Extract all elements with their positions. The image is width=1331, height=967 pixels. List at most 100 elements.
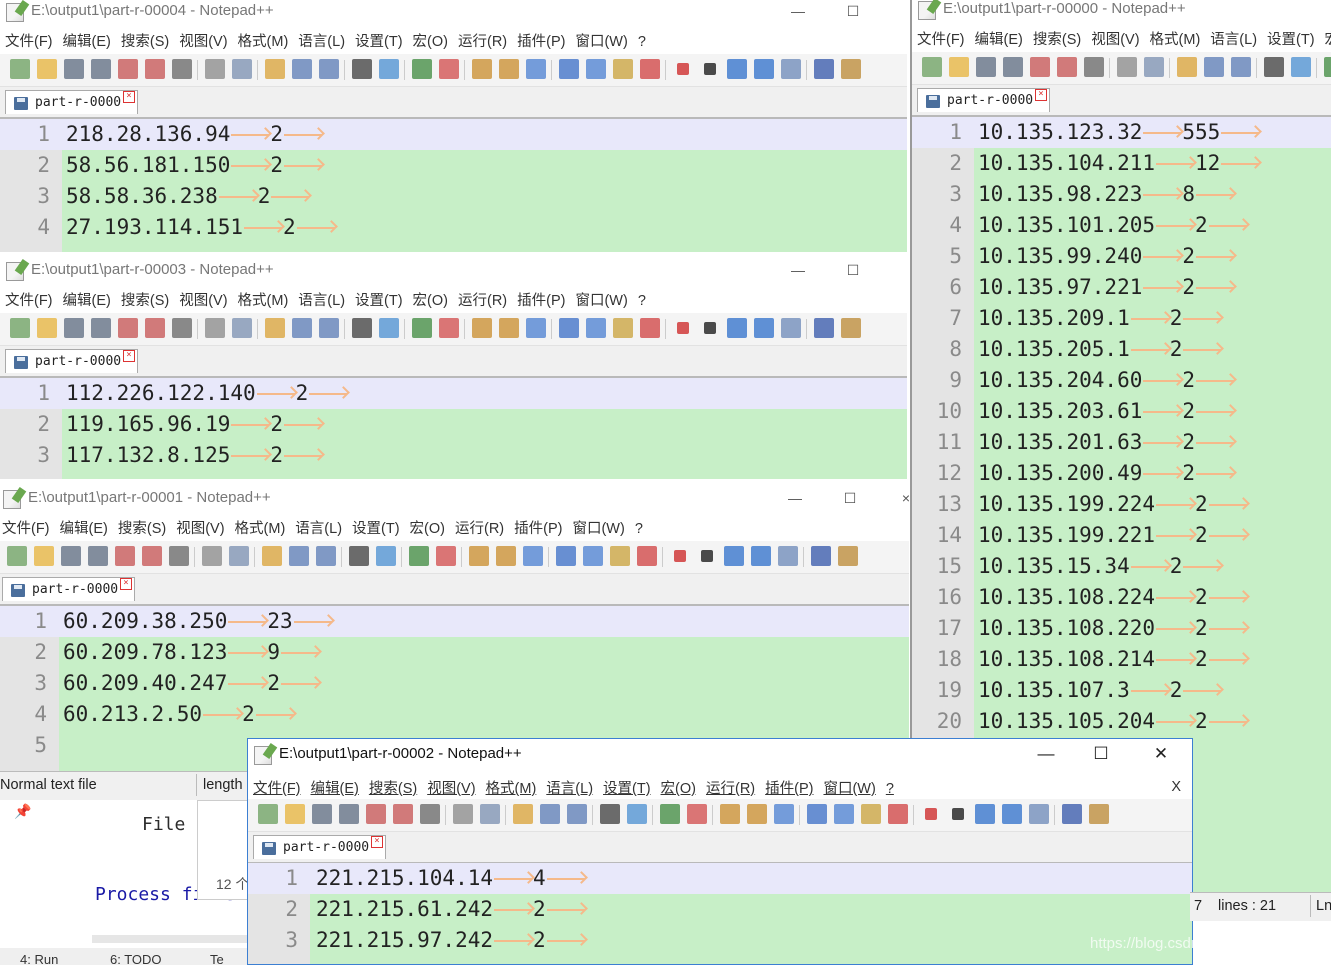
toolbar-button-icon[interactable] xyxy=(1030,57,1050,77)
text-editor[interactable]: 1 218.28.136.94 2 2 58.56.181.150 2 3 58.58.36.… xyxy=(0,119,907,252)
toolbar-button-icon[interactable] xyxy=(379,59,399,79)
toolbar-button-icon[interactable] xyxy=(1177,57,1197,77)
toolbar-button-icon[interactable] xyxy=(469,546,489,566)
editor-line[interactable]: 12 10.135.200.49 2 xyxy=(912,458,1331,489)
toolbar-button-icon[interactable] xyxy=(91,59,111,79)
toolbar-button-icon[interactable] xyxy=(1324,57,1331,77)
editor-line[interactable]: 3 58.58.36.238 2 xyxy=(0,181,907,212)
menu-item[interactable]: 窗口(W) xyxy=(572,517,624,538)
toolbar-button-icon[interactable] xyxy=(292,59,312,79)
toolbar-button-icon[interactable] xyxy=(1204,57,1224,77)
toolbar-button-icon[interactable] xyxy=(172,59,192,79)
toolbar-button-icon[interactable] xyxy=(1291,57,1311,77)
toolbar-button-icon[interactable] xyxy=(499,59,519,79)
toolbar-button-icon[interactable] xyxy=(319,318,339,338)
toolbar-button-icon[interactable] xyxy=(523,546,543,566)
toolbar-button-icon[interactable] xyxy=(205,59,225,79)
menu-item[interactable]: 编辑(E) xyxy=(311,777,359,798)
editor-line[interactable]: 4 27.193.114.151 2 xyxy=(0,212,907,243)
toolbar-button-icon[interactable] xyxy=(409,546,429,566)
toolbar-button-icon[interactable] xyxy=(499,318,519,338)
menu-item[interactable]: 编辑(E) xyxy=(975,28,1023,49)
toolbar-button-icon[interactable] xyxy=(781,59,801,79)
menu-item[interactable]: 格式(M) xyxy=(238,289,289,310)
toolbar-button-icon[interactable] xyxy=(1117,57,1137,77)
menu-item[interactable]: 格式(M) xyxy=(235,517,286,538)
menu-item[interactable]: 语言(L) xyxy=(546,777,593,798)
toolbar-button-icon[interactable] xyxy=(232,59,252,79)
editor-line[interactable]: 11 10.135.201.63 2 xyxy=(912,427,1331,458)
ide-scrollbar[interactable] xyxy=(92,935,257,943)
menu-item[interactable]: 宏(O) xyxy=(413,289,448,310)
toolbar-button-icon[interactable] xyxy=(285,804,305,824)
toolbar-button-icon[interactable] xyxy=(1144,57,1164,77)
toolbar-button-icon[interactable] xyxy=(118,318,138,338)
toolbar-button-icon[interactable] xyxy=(567,804,587,824)
close-icon[interactable]: × xyxy=(883,487,909,511)
toolbar-button-icon[interactable] xyxy=(720,804,740,824)
menu-item[interactable]: 宏(O) xyxy=(413,30,448,51)
toolbar-button-icon[interactable] xyxy=(262,546,282,566)
menu-item[interactable]: 宏(O) xyxy=(410,517,445,538)
maximize-icon[interactable]: ☐ xyxy=(830,0,876,24)
editor-line[interactable]: 3 10.135.98.223 8 xyxy=(912,179,1331,210)
toolbar-button-icon[interactable] xyxy=(526,318,546,338)
toolbar-button-icon[interactable] xyxy=(687,804,707,824)
toolbar-button-icon[interactable] xyxy=(205,318,225,338)
menu-item[interactable]: ? xyxy=(638,293,646,309)
toolbar-button-icon[interactable] xyxy=(232,318,252,338)
toolbar-button-icon[interactable] xyxy=(145,318,165,338)
toolbar-button-icon[interactable] xyxy=(319,59,339,79)
toolbar-button-icon[interactable] xyxy=(838,546,858,566)
menu-item[interactable]: 搜索(S) xyxy=(369,777,417,798)
toolbar-button-icon[interactable] xyxy=(115,546,135,566)
minimize-icon[interactable]: — xyxy=(772,487,818,511)
toolbar-button-icon[interactable] xyxy=(925,808,937,820)
editor-line[interactable]: 7 10.135.209.1 2 xyxy=(912,303,1331,334)
editor-line[interactable]: 4 60.213.2.50 2 xyxy=(0,699,909,730)
menu-item[interactable]: 插件(P) xyxy=(514,517,562,538)
toolbar-button-icon[interactable] xyxy=(472,59,492,79)
toolbar-button-icon[interactable] xyxy=(142,546,162,566)
toolbar-button-icon[interactable] xyxy=(704,63,716,75)
toolbar-button-icon[interactable] xyxy=(472,318,492,338)
menu-item[interactable]: 设置(T) xyxy=(355,289,403,310)
menu-item[interactable]: 插件(P) xyxy=(517,30,565,51)
toolbar-button-icon[interactable] xyxy=(586,59,606,79)
toolbar-button-icon[interactable] xyxy=(747,804,767,824)
editor-line[interactable]: 8 10.135.205.1 2 xyxy=(912,334,1331,365)
editor-line[interactable]: 18 10.135.108.214 2 xyxy=(912,644,1331,675)
toolbar-button-icon[interactable] xyxy=(265,59,285,79)
notepad-window-part-r-00003[interactable]: E:\output1\part-r-00003 - Notepad++ — ☐ 文件(… xyxy=(0,259,907,479)
toolbar-button-icon[interactable] xyxy=(778,546,798,566)
menu-item[interactable]: 搜索(S) xyxy=(121,289,169,310)
toolbar-button-icon[interactable] xyxy=(888,804,908,824)
toolbar-button-icon[interactable] xyxy=(420,804,440,824)
toolbar-button-icon[interactable] xyxy=(627,804,647,824)
toolbar-button-icon[interactable] xyxy=(229,546,249,566)
toolbar-button-icon[interactable] xyxy=(861,804,881,824)
menu-item[interactable]: 运行(R) xyxy=(458,289,507,310)
menu-item[interactable]: 格式(M) xyxy=(486,777,537,798)
toolbar-button-icon[interactable] xyxy=(376,546,396,566)
menu-item[interactable]: 文件(F) xyxy=(253,777,301,798)
toolbar-button-icon[interactable] xyxy=(841,318,861,338)
editor-line[interactable]: 2 60.209.78.123 9 xyxy=(0,637,909,668)
toolbar-button-icon[interactable] xyxy=(583,546,603,566)
menu-item[interactable]: 搜索(S) xyxy=(118,517,166,538)
toolbar-button-icon[interactable] xyxy=(145,59,165,79)
editor-line[interactable]: 2 58.56.181.150 2 xyxy=(0,150,907,181)
maximize-icon[interactable]: ☐ xyxy=(1078,743,1124,767)
close-icon[interactable]: ✕ xyxy=(1138,743,1184,767)
menu-item[interactable]: 语言(L) xyxy=(1210,28,1257,49)
toolbar-button-icon[interactable] xyxy=(674,550,686,562)
toolbar-button-icon[interactable] xyxy=(637,546,657,566)
menu-item[interactable]: 设置(T) xyxy=(603,777,651,798)
toolbar-button-icon[interactable] xyxy=(480,804,500,824)
toolbar-button-icon[interactable] xyxy=(412,318,432,338)
editor-line[interactable]: 16 10.135.108.224 2 xyxy=(912,582,1331,613)
toolbar-button-icon[interactable] xyxy=(807,804,827,824)
toolbar-button-icon[interactable] xyxy=(774,804,794,824)
menu-item[interactable]: 视图(V) xyxy=(179,289,227,310)
menu-item[interactable]: 语言(L) xyxy=(298,289,345,310)
